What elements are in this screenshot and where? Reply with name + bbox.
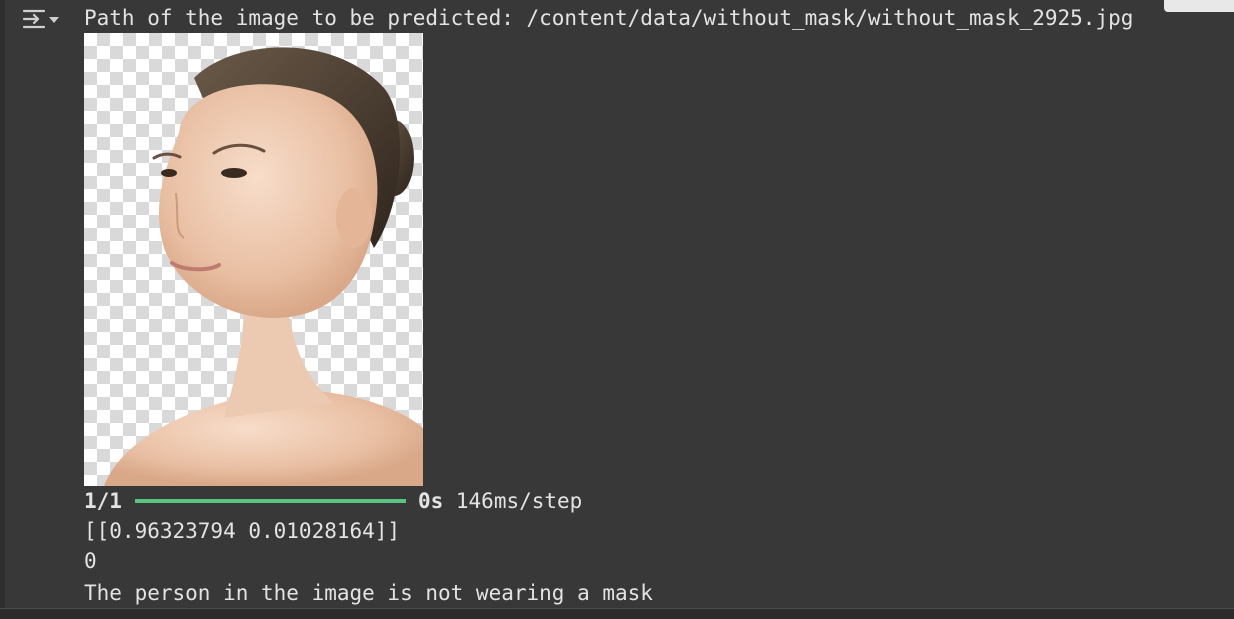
cell-left-rail bbox=[0, 0, 5, 619]
predicted-class-text: 0 bbox=[84, 549, 97, 573]
top-right-tab[interactable] bbox=[1164, 0, 1234, 12]
probabilities-text: [[0.96323794 0.01028164]] bbox=[84, 519, 401, 543]
progress-rate: 146ms/step bbox=[455, 489, 583, 513]
bottom-scrollbar[interactable] bbox=[0, 608, 1234, 619]
progress-step: 1/1 bbox=[84, 489, 122, 513]
progress-time: 0s bbox=[417, 489, 444, 513]
progress-bar bbox=[134, 499, 406, 503]
image-path-text: Path of the image to be predicted: /cont… bbox=[84, 6, 1134, 30]
result-message: The person in the image is not wearing a… bbox=[84, 581, 653, 605]
output-collapse-icon bbox=[22, 9, 59, 29]
predicted-image bbox=[84, 33, 423, 486]
portrait-image bbox=[104, 47, 423, 486]
output-toggle-button[interactable] bbox=[20, 4, 64, 34]
progress-row: 1/1 0s 146ms/step bbox=[84, 486, 582, 516]
progress-bar-fill bbox=[134, 499, 406, 503]
